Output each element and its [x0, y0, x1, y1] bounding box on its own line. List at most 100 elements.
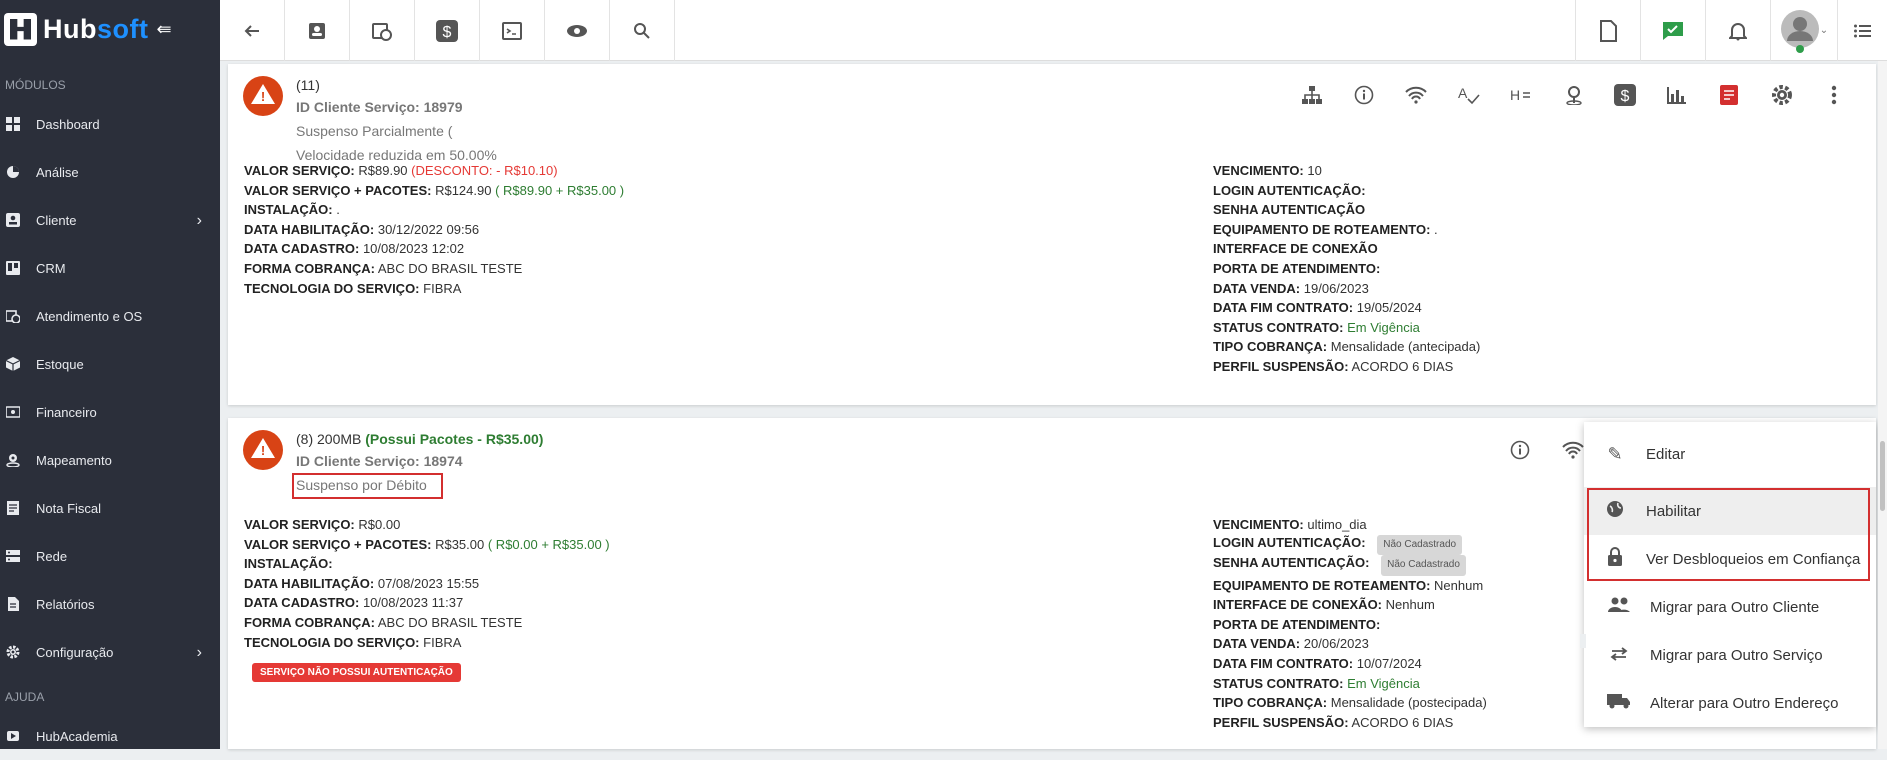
- sidebar-item-estoque[interactable]: Estoque: [0, 340, 220, 388]
- sidebar-item-hubacademia[interactable]: HubAcademia: [0, 712, 220, 760]
- field-label: PERFIL SUSPENSÃO:: [1213, 714, 1349, 730]
- field-value: R$35.00: [435, 536, 485, 552]
- field-label: INTERFACE DE CONEXÃO: [1213, 241, 1378, 257]
- field-label: TECNOLOGIA DO SERVIÇO:: [244, 634, 420, 650]
- check-message-icon[interactable]: [1640, 0, 1705, 61]
- terminal-icon[interactable]: [480, 0, 545, 61]
- gear-icon[interactable]: [1771, 84, 1793, 106]
- bell-icon[interactable]: [1705, 0, 1770, 61]
- avatar[interactable]: ⌄: [1770, 0, 1837, 61]
- dollar-icon[interactable]: $: [1614, 84, 1636, 106]
- menu-item-alterar-endereco[interactable]: Alterar para Outro Endereço: [1584, 679, 1876, 727]
- eye-icon[interactable]: [545, 0, 610, 61]
- sidebar-item-mapeamento[interactable]: Mapeamento: [0, 436, 220, 484]
- field-value: 10/08/2023 11:37: [362, 595, 464, 611]
- map-pin-icon[interactable]: [1563, 84, 1585, 106]
- field-row: EQUIPAMENTO DE ROTEAMENTO: .: [1213, 220, 1480, 240]
- sidebar-item-configuracao[interactable]: Configuração ›: [0, 628, 220, 676]
- truck-icon: [1606, 693, 1632, 714]
- field-value: R$89.90: [358, 163, 408, 178]
- field-label: VENCIMENTO:: [1213, 163, 1304, 178]
- field-value: ABC DO BRASIL TESTE: [377, 260, 523, 276]
- field-label: LOGIN AUTENTICAÇÃO:: [1213, 534, 1366, 550]
- sidebar-item-label: CRM: [36, 260, 66, 276]
- field-row: SENHA AUTENTICAÇÃO: [1213, 200, 1480, 220]
- spellcheck-icon[interactable]: A: [1458, 84, 1480, 106]
- back-arrow-icon[interactable]: [220, 0, 285, 61]
- field-label: EQUIPAMENTO DE ROTEAMENTO:: [1213, 577, 1431, 593]
- field-value: Nenhum: [1385, 597, 1435, 613]
- sidebar-item-label: Atendimento e OS: [36, 308, 143, 324]
- field-row: STATUS CONTRATO: Em Vigência: [1213, 318, 1480, 338]
- field-value: ACORDO 6 DIAS: [1351, 714, 1454, 730]
- field-row: INTERFACE DE CONEXÃO: [1213, 239, 1480, 259]
- field-value: 19/06/2023: [1303, 280, 1369, 296]
- sidebar-item-rede[interactable]: Rede: [0, 532, 220, 580]
- info-icon[interactable]: [1353, 84, 1375, 106]
- field-value: Em Vigência: [1347, 319, 1420, 335]
- list-icon[interactable]: [1837, 0, 1887, 61]
- field-row: DATA HABILITAÇÃO: 07/08/2023 15:55: [244, 574, 610, 594]
- scrollbar-thumb[interactable]: [1880, 441, 1885, 511]
- sidebar-item-label: Relatórios: [36, 596, 95, 612]
- menu-item-migrar-cliente[interactable]: Migrar para Outro Cliente: [1584, 583, 1876, 631]
- field-row: INTERFACE DE CONEXÃO: Nenhum: [1213, 595, 1487, 615]
- box-icon: [5, 357, 21, 371]
- more-vert-icon[interactable]: [1823, 84, 1845, 106]
- service-title: (11): [296, 77, 320, 93]
- info-icon[interactable]: [1509, 439, 1531, 461]
- warning-icon: [243, 430, 283, 470]
- network-tree-icon[interactable]: [1301, 84, 1323, 106]
- field-value: R$124.90: [435, 182, 492, 198]
- page-scrollbar[interactable]: [1878, 61, 1887, 749]
- field-value: Em Vigência: [1347, 675, 1420, 691]
- menu-item-migrar-servico[interactable]: Migrar para Outro Serviço: [1584, 631, 1876, 679]
- pdf-icon[interactable]: [1575, 0, 1640, 61]
- field-label: DATA FIM CONTRATO:: [1213, 300, 1354, 316]
- field-label: INTERFACE DE CONEXÃO:: [1213, 597, 1383, 613]
- sidebar-item-relatorios[interactable]: Relatórios: [0, 580, 220, 628]
- contact-card-icon[interactable]: [285, 0, 350, 61]
- calendar-clock-icon[interactable]: [350, 0, 415, 61]
- sidebar-item-cliente[interactable]: Cliente ›: [0, 196, 220, 244]
- sidebar-item-nota-fiscal[interactable]: Nota Fiscal: [0, 484, 220, 532]
- heading-icon[interactable]: H: [1510, 84, 1532, 106]
- field-row: SENHA AUTENTICAÇÃO: Não Cadastrado: [1213, 555, 1487, 576]
- document-red-icon[interactable]: [1718, 84, 1740, 106]
- sidebar-item-atendimento-e-os[interactable]: Atendimento e OS: [0, 292, 220, 340]
- pie-chart-icon: [6, 165, 20, 179]
- field-row: PERFIL SUSPENSÃO: ACORDO 6 DIAS: [1213, 713, 1487, 733]
- pencil-icon: ✎: [1607, 443, 1623, 464]
- sidebar-item-label: Mapeamento: [36, 452, 112, 468]
- field-label: DATA CADASTRO:: [244, 595, 360, 611]
- sidebar-item-financeiro[interactable]: Financeiro: [0, 388, 220, 436]
- sidebar-item-analise[interactable]: Análise: [0, 148, 220, 196]
- chevron-down-icon: ⌄: [1819, 25, 1829, 36]
- client-card-icon: [6, 213, 20, 227]
- dollar-icon[interactable]: $: [415, 0, 480, 61]
- brand-name: Hubsoft: [43, 13, 149, 44]
- field-value: 20/06/2023: [1303, 636, 1369, 652]
- brand-logo[interactable]: Hubsoft ⇚: [0, 0, 220, 58]
- sidebar-item-crm[interactable]: CRM: [0, 244, 220, 292]
- service-actions-menu: ✎ Editar Habilitar Ver Desbloqueios em Co…: [1580, 422, 1876, 727]
- field-row: INSTALAÇÃO: .: [244, 200, 624, 220]
- field-row: TECNOLOGIA DO SERVIÇO: FIBRA: [244, 279, 624, 299]
- field-row: TIPO COBRANÇA: Mensalidade (postecipada): [1213, 693, 1487, 713]
- collapse-sidebar-icon[interactable]: ⇚: [156, 19, 171, 40]
- svg-text:A: A: [1458, 85, 1468, 101]
- field-label: TECNOLOGIA DO SERVIÇO:: [244, 280, 420, 296]
- wifi-icon[interactable]: [1562, 439, 1584, 461]
- field-value: 30/12/2022 09:56: [377, 221, 480, 237]
- bar-chart-icon[interactable]: [1666, 84, 1688, 106]
- people-icon: [1606, 597, 1632, 618]
- menu-item-editar[interactable]: ✎ Editar: [1584, 430, 1876, 478]
- service-id: ID Cliente Serviço: 18974: [296, 453, 463, 469]
- warning-icon: [243, 76, 283, 116]
- field-label: SENHA AUTENTICAÇÃO: [1213, 202, 1366, 218]
- sidebar-item-dashboard[interactable]: Dashboard: [0, 100, 220, 148]
- field-row: TIPO COBRANÇA: Mensalidade (antecipada): [1213, 337, 1480, 357]
- wifi-icon[interactable]: [1405, 84, 1427, 106]
- gear-icon: [6, 645, 20, 659]
- search-icon[interactable]: [610, 0, 675, 61]
